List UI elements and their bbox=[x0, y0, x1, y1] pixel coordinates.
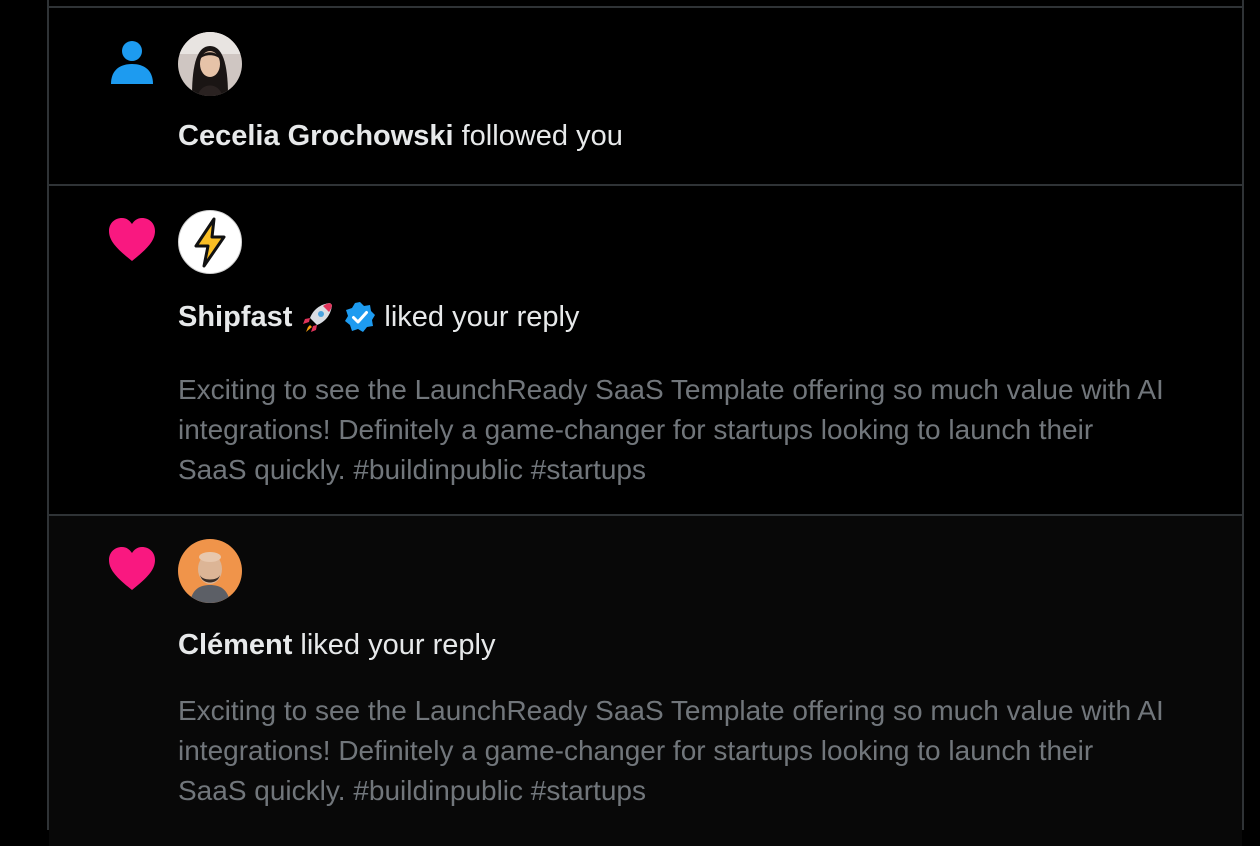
heart-icon bbox=[107, 544, 157, 594]
notification-action: liked your reply bbox=[300, 629, 496, 661]
rocket-icon bbox=[300, 299, 336, 335]
avatar[interactable] bbox=[178, 210, 242, 274]
notification-action: liked your reply bbox=[384, 300, 580, 333]
notification-like[interactable]: Clément liked your reply Exciting to see… bbox=[49, 516, 1242, 846]
notification-line: Shipfast liked your reply bbox=[178, 299, 579, 335]
verified-badge-icon bbox=[344, 301, 376, 333]
notification-follow[interactable]: Cecelia Grochowski followed you bbox=[49, 8, 1242, 186]
person-icon bbox=[107, 36, 157, 86]
reply-text: Exciting to see the LaunchReady SaaS Tem… bbox=[178, 374, 1164, 485]
user-name-link[interactable]: Shipfast bbox=[178, 301, 292, 334]
notification-action: followed you bbox=[461, 120, 623, 152]
user-name-link[interactable]: Clément bbox=[178, 629, 292, 662]
notifications-feed: Cecelia Grochowski followed you Shipfast bbox=[47, 0, 1244, 846]
reply-text: Exciting to see the LaunchReady SaaS Tem… bbox=[178, 695, 1164, 806]
user-name-link[interactable]: Cecelia Grochowski bbox=[178, 120, 454, 153]
notification-like[interactable]: Shipfast liked your reply Exciting to se… bbox=[49, 186, 1242, 516]
avatar[interactable] bbox=[178, 32, 242, 96]
avatar[interactable] bbox=[178, 539, 242, 603]
notification-line: Cecelia Grochowski followed you bbox=[178, 120, 623, 153]
notification-line: Clément liked your reply bbox=[178, 629, 495, 662]
heart-icon bbox=[107, 215, 157, 265]
